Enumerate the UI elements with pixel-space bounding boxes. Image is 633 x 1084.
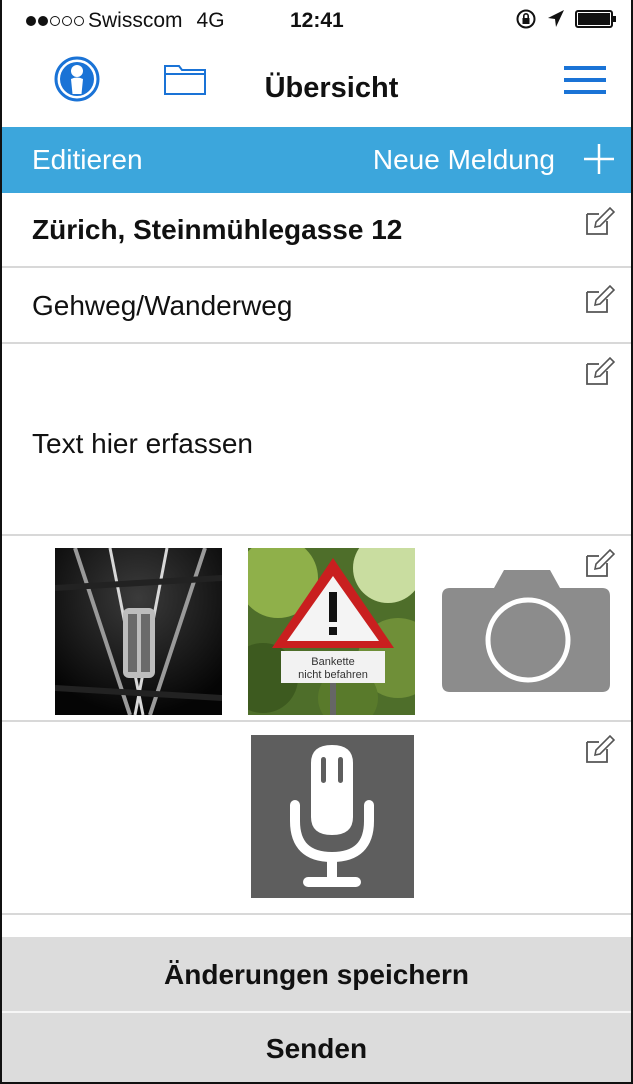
plus-icon[interactable] [581,141,617,177]
description-placeholder[interactable]: Text hier erfassen [32,428,253,460]
edit-pencil-icon[interactable] [585,284,615,314]
location-arrow-icon [548,10,564,27]
camera-icon[interactable] [442,566,612,694]
network-type: 4G [196,9,225,32]
microphone-icon [290,745,374,887]
sign-text-line-2: nicht befahren [298,669,368,681]
save-changes-button[interactable]: Änderungen speichern [2,937,631,1013]
edit-pencil-icon[interactable] [585,548,615,578]
carrier-name: Swisscom [88,9,183,32]
edit-pencil-icon[interactable] [585,356,615,386]
description-row[interactable]: Text hier erfassen [2,344,631,536]
sign-text-line-1: Bankette [311,656,354,668]
record-audio-button[interactable] [251,735,414,898]
audio-row [2,722,631,915]
photo-thumbnail[interactable]: Bankette nicht befahren [248,548,415,715]
edit-button[interactable]: Editieren [32,144,143,176]
category-row[interactable]: Gehweg/Wanderweg [2,268,631,344]
address-row[interactable]: Zürich, Steinmühlegasse 12 [2,193,631,268]
category-text: Gehweg/Wanderweg [32,290,293,321]
signal-strength-icon [26,16,84,26]
railway-switch-photo [55,548,222,715]
photo-thumbnail[interactable] [55,548,222,715]
edit-pencil-icon[interactable] [585,734,615,764]
status-bar: Swisscom 4G 12:41 [2,0,631,40]
address-text: Zürich, Steinmühlegasse 12 [32,214,403,245]
battery-icon [575,10,616,28]
hamburger-menu-icon[interactable] [564,64,606,96]
new-report-button[interactable]: Neue Meldung [373,144,555,176]
send-button[interactable]: Senden [2,1013,631,1082]
status-right [515,8,617,30]
warning-sign-photo: Bankette nicht befahren [248,548,415,715]
page-title: Übersicht [264,72,399,104]
status-left: Swisscom 4G [26,9,225,33]
photos-row: Bankette nicht befahren [2,536,631,722]
rotation-lock-icon [516,9,536,29]
edit-pencil-icon[interactable] [585,206,615,236]
action-toolbar: Editieren Neue Meldung [2,127,631,193]
navigation-bar: Übersicht [2,52,631,124]
phone-screen: Swisscom 4G 12:41 Übersicht Editieren Ne… [0,0,633,1084]
status-time: 12:41 [290,9,344,32]
